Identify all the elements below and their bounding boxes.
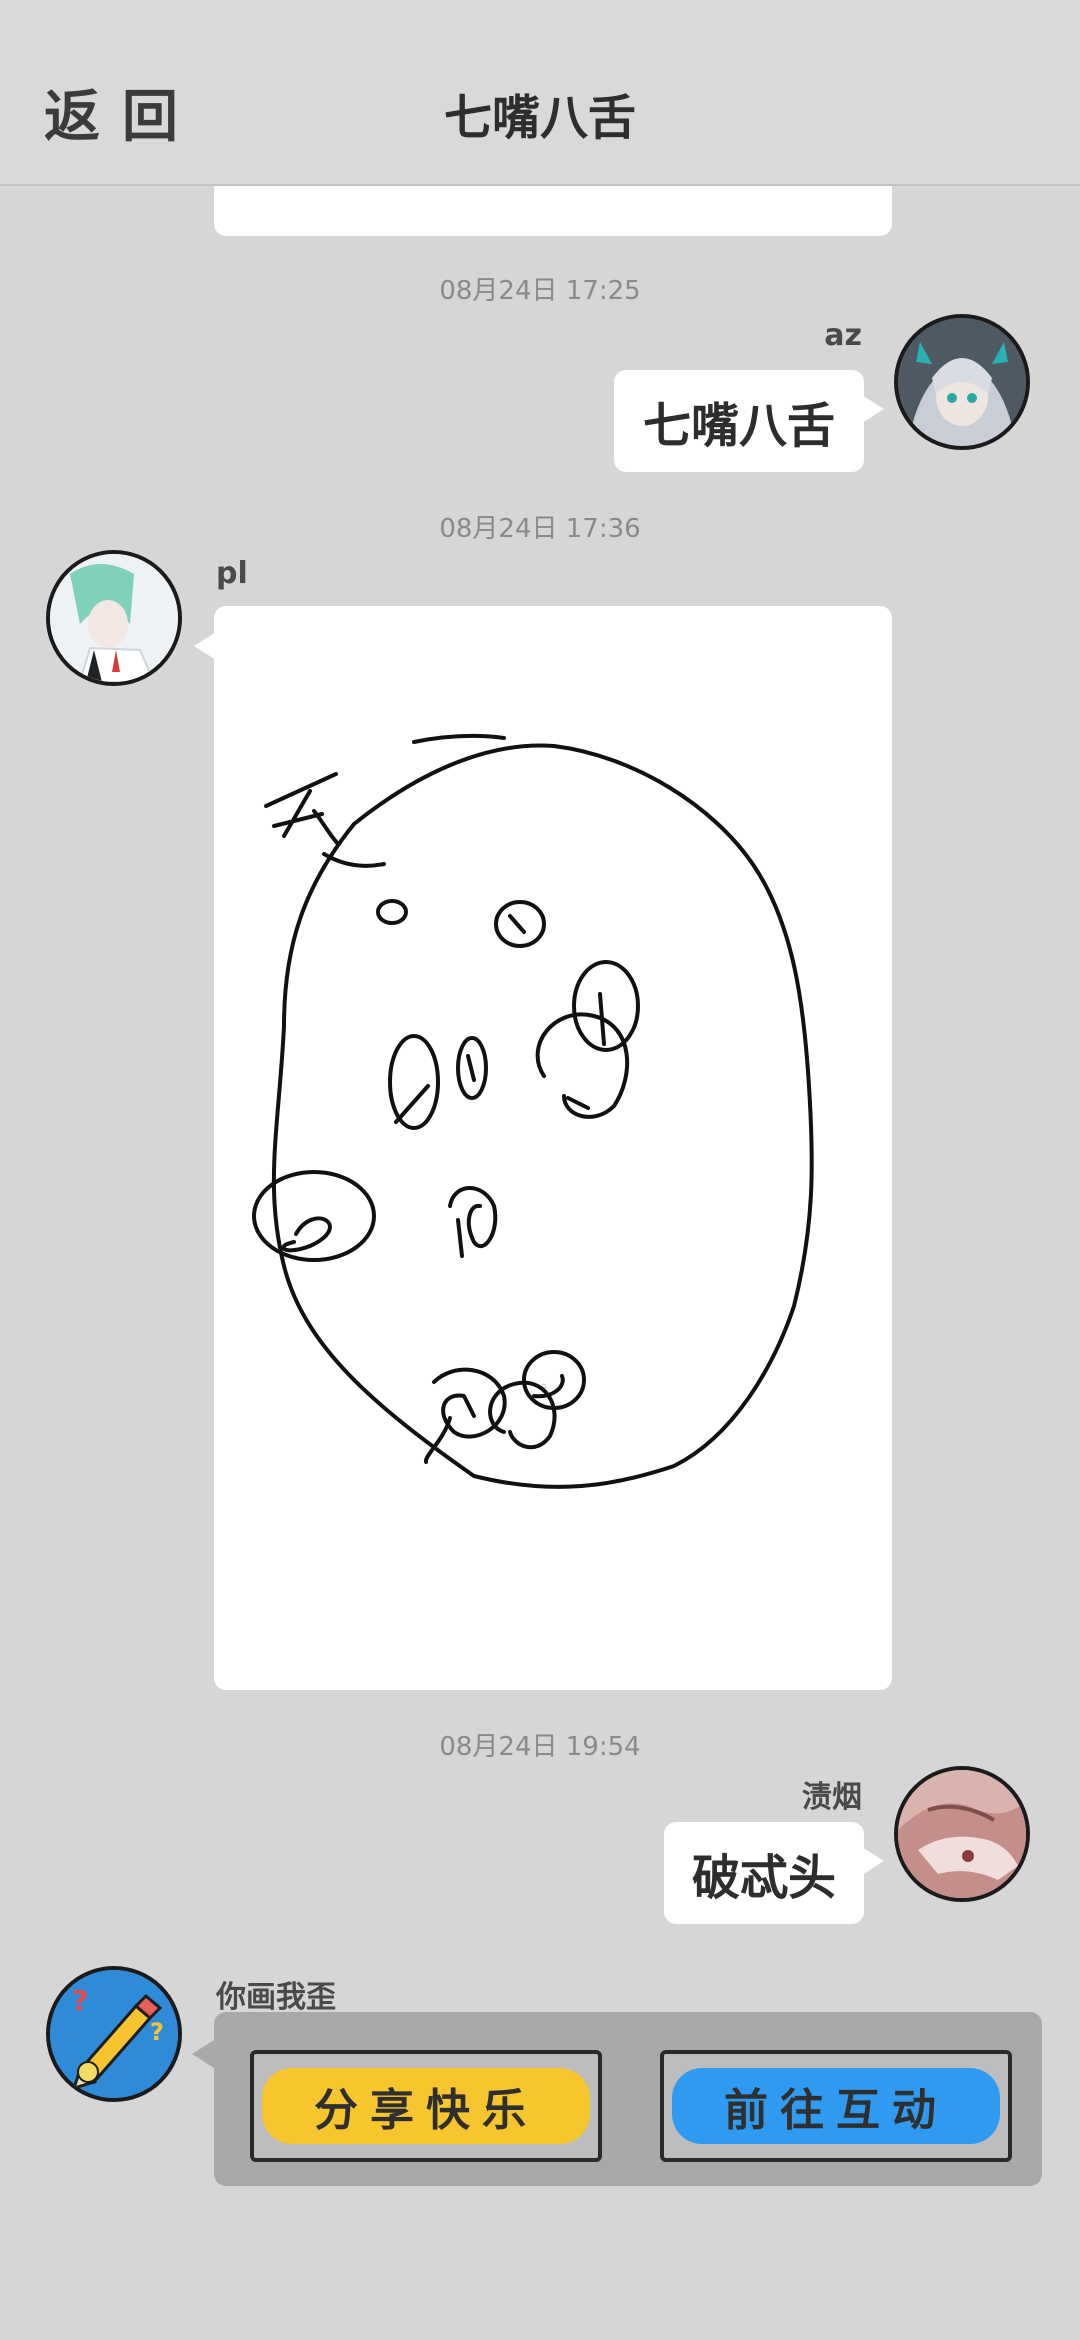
avatar-zi-yan[interactable] [894, 1766, 1030, 1902]
avatar-game-bot[interactable]: ? ? [46, 1966, 182, 2102]
bubble-tail [862, 1847, 884, 1875]
page-title: 七嘴八舌 [443, 90, 636, 146]
sender-name: az [824, 318, 862, 353]
message-bubble-zi-yan[interactable]: 破忒头 [664, 1822, 864, 1924]
bubble-tail [862, 395, 884, 423]
avatar-zi-yan-image [898, 1770, 1026, 1898]
message-timestamp: 08月24日 19:54 [439, 1732, 641, 1762]
go-interact-button[interactable]: 前往互动 [660, 2050, 1012, 2162]
game-card: 分享快乐 前往互动 [214, 2012, 1042, 2186]
interact-button-label: 前往互动 [724, 2085, 948, 2136]
message-timestamp: 08月24日 17:36 [439, 514, 641, 544]
top-bar: 返回 七嘴八舌 [0, 0, 1080, 186]
avatar-az-image [898, 318, 1026, 446]
drawing-message-bubble[interactable] [214, 606, 892, 1690]
avatar-pl-image [50, 554, 178, 682]
message-text: 七嘴八舌 [642, 398, 835, 454]
pencil-icon: ? ? [50, 1970, 178, 2098]
message-timestamp: 08月24日 17:25 [439, 276, 641, 306]
share-joy-button[interactable]: 分享快乐 [250, 2050, 602, 2162]
svg-text:?: ? [150, 2018, 164, 2046]
svg-text:?: ? [72, 1984, 88, 2017]
doodle-drawing [252, 733, 814, 1489]
sender-name: 你画我歪 [216, 1980, 336, 2015]
avatar-pl[interactable] [46, 550, 182, 686]
avatar-az[interactable] [894, 314, 1030, 450]
message-bubble-az[interactable]: 七嘴八舌 [614, 370, 864, 472]
sender-name: 渍烟 [802, 1780, 862, 1815]
previous-message-bubble [214, 186, 892, 236]
message-text: 破忒头 [691, 1850, 836, 1906]
share-button-label: 分享快乐 [314, 2085, 538, 2136]
bubble-tail [194, 632, 216, 660]
bubble-tail [192, 2040, 214, 2068]
sender-name: pl [216, 556, 248, 591]
